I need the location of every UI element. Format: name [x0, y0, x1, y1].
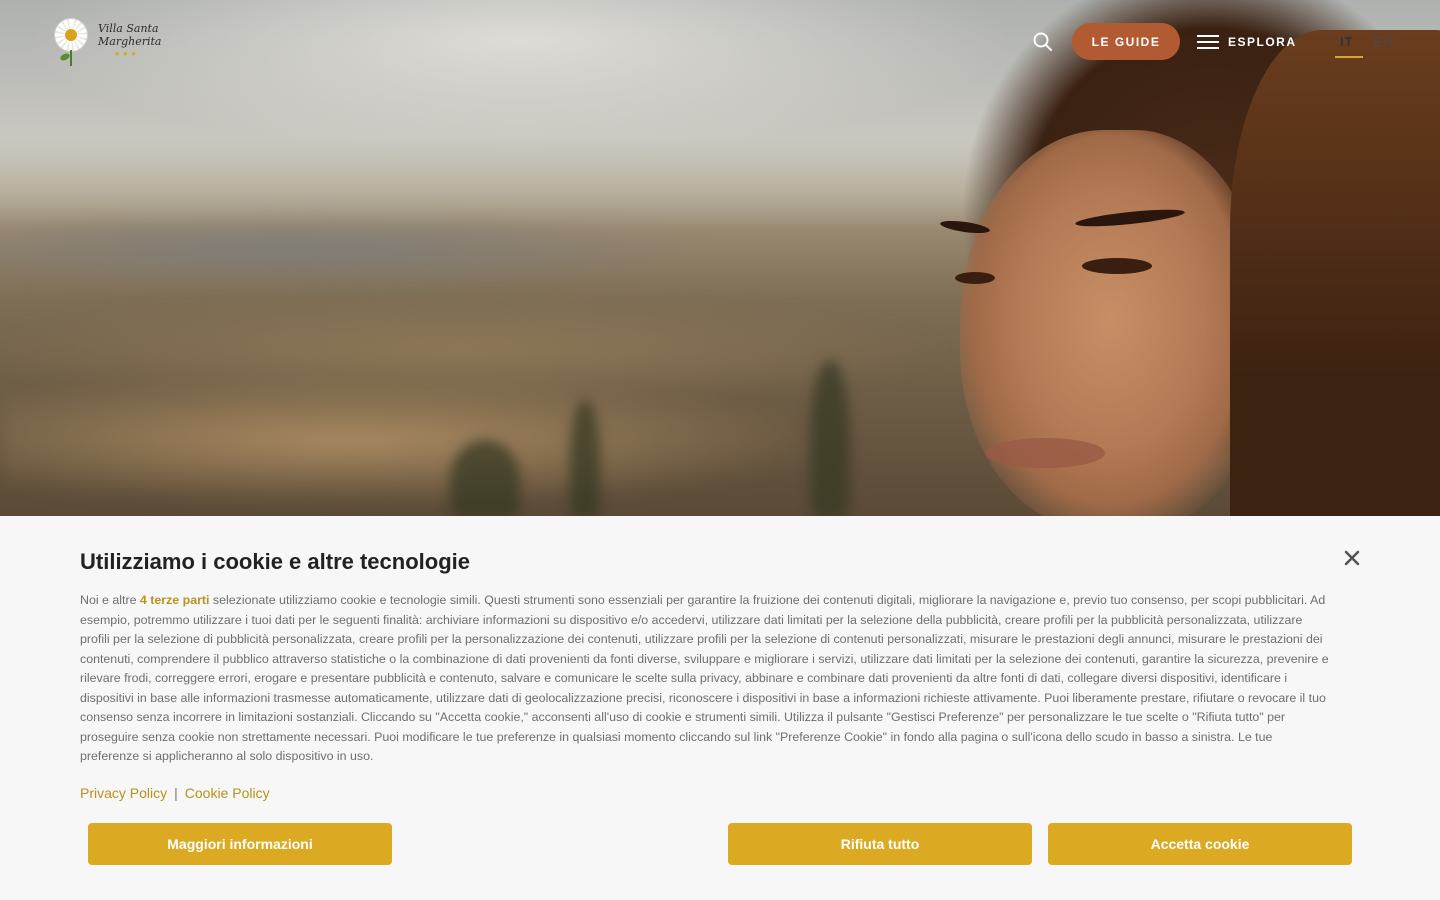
privacy-policy-link[interactable]: Privacy Policy [80, 785, 167, 801]
hero-tree [450, 440, 520, 516]
search-icon[interactable] [1030, 29, 1054, 53]
site-logo[interactable]: Villa Santa Margherita ★★★ [52, 16, 162, 68]
explore-label: ESPLORA [1228, 35, 1297, 49]
hero-eye [955, 272, 995, 284]
cookie-title: Utilizziamo i cookie e altre tecnologie [80, 549, 470, 574]
language-it[interactable]: IT [1340, 34, 1354, 49]
daisy-logo-icon [52, 16, 92, 66]
hero-tree [810, 360, 850, 516]
explore-menu-button[interactable]: ESPLORA [1197, 31, 1297, 53]
logo-text: Villa Santa Margherita ★★★ [98, 22, 161, 61]
guides-button[interactable]: LE GUIDE [1072, 23, 1180, 60]
third-parties-link[interactable]: 4 terze parti [140, 593, 210, 607]
logo-line1: Villa Santa [98, 22, 159, 35]
active-language-underline [1335, 56, 1363, 58]
hero-image [0, 0, 1440, 516]
cookie-banner: Utilizziamo i cookie e altre tecnologie … [0, 516, 1440, 900]
more-info-button[interactable]: Maggiori informazioni [88, 823, 392, 865]
cookie-text-prefix: Noi e altre [80, 593, 140, 607]
link-separator: | [174, 785, 178, 801]
close-icon[interactable] [1340, 546, 1364, 570]
hero-tree [570, 400, 600, 516]
hero-hair-front [1230, 30, 1440, 516]
logo-line2: Margherita [98, 35, 162, 48]
language-en[interactable]: EN [1374, 34, 1394, 49]
hamburger-menu-icon [1197, 34, 1219, 50]
policy-links: Privacy Policy | Cookie Policy [80, 785, 270, 801]
cookie-policy-link[interactable]: Cookie Policy [185, 785, 270, 801]
hero-eye [1082, 258, 1152, 274]
cookie-description: Noi e altre 4 terze parti selezionate ut… [80, 591, 1330, 767]
hero-lips [985, 438, 1105, 468]
accept-cookies-button[interactable]: Accetta cookie [1048, 823, 1352, 865]
logo-stars: ★★★ [114, 50, 139, 58]
reject-all-button[interactable]: Rifiuta tutto [728, 823, 1032, 865]
cookie-text-body: selezionate utilizziamo cookie e tecnolo… [80, 593, 1329, 763]
